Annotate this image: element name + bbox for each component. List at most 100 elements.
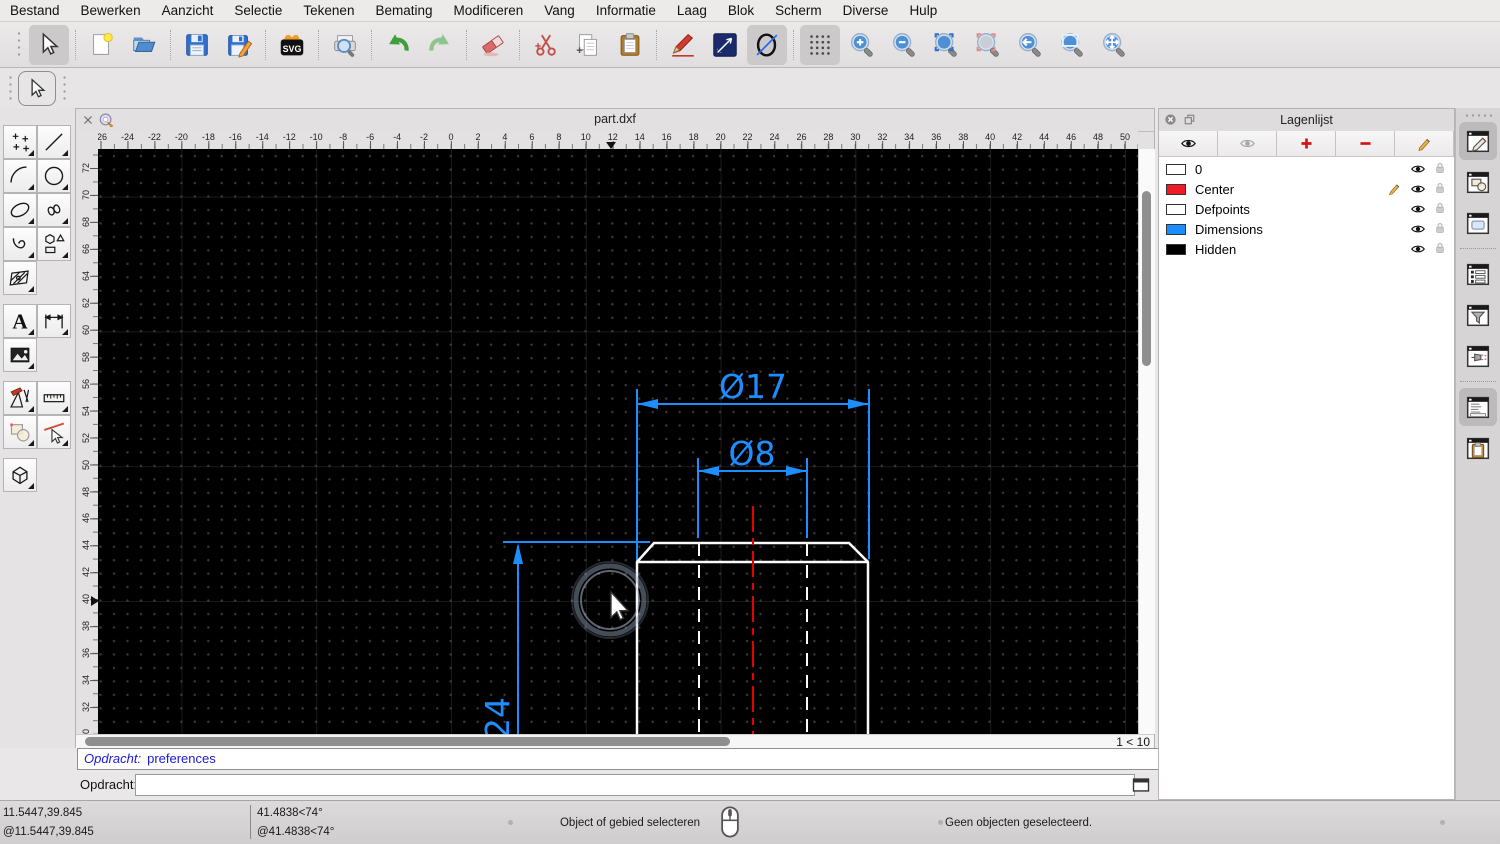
tool-spline-button[interactable] [37,193,71,227]
toolbar-paste-button[interactable] [610,25,650,65]
menu-item-bewerken[interactable]: Bewerken [81,3,141,18]
menu-item-hulp[interactable]: Hulp [909,3,937,18]
menu-item-selectie[interactable]: Selectie [234,3,282,18]
tool-polygon-button[interactable] [37,227,71,261]
dock-library-browser-button[interactable] [1459,204,1497,242]
menu-item-modificeren[interactable]: Modificeren [454,3,524,18]
menu-item-diverse[interactable]: Diverse [843,3,889,18]
menu-item-aanzicht[interactable]: Aanzicht [162,3,214,18]
layer-visibility-icon[interactable] [1410,201,1426,217]
toolbar-save-button[interactable] [177,25,217,65]
toolbar-grid-toggle-button[interactable] [800,24,840,65]
layer-lock-icon[interactable] [1433,181,1447,195]
tool-points-button[interactable] [3,125,37,159]
dock-drag-handle[interactable] [1464,113,1492,118]
horizontal-scrollbar-thumb[interactable] [85,737,730,746]
layer-visibility-icon[interactable] [1410,241,1426,257]
tool-circle-button[interactable] [37,159,71,193]
toolbar-select-pointer-button[interactable] [29,24,69,65]
add-layer-button[interactable] [1277,131,1336,157]
dock-block-list-button[interactable] [1459,163,1497,201]
tool-modify-button[interactable] [3,415,37,449]
tool-ellipse-button[interactable] [3,193,37,227]
menu-item-bemating[interactable]: Bemating [375,3,432,18]
dock-entity-list-button[interactable] [1459,255,1497,293]
toolbar-copy-button[interactable] [568,25,608,65]
toolbar-draw-ellipse-button[interactable] [747,24,787,65]
dim24-label[interactable]: 24 [478,697,517,734]
toolbar-drag-handle[interactable] [62,74,67,102]
toolbar-undo-button[interactable] [378,25,418,65]
tool-measure-button[interactable] [37,381,71,415]
dock-clipboard-button[interactable] [1459,429,1497,467]
tool-options-pointer-button[interactable] [18,71,56,106]
command-detach-button[interactable] [1131,775,1151,795]
hide-all-layers-button[interactable] [1218,131,1277,157]
layer-lock-icon[interactable] [1433,201,1447,215]
toolbar-draw-freehand-button[interactable] [663,25,703,65]
toolbar-zoom-window-button[interactable] [1052,25,1092,65]
menu-item-vang[interactable]: Vang [544,3,575,18]
toolbar-export-svg-button[interactable]: SVG [272,25,312,65]
toolbar-drag-handle[interactable] [16,29,22,60]
layer-visibility-icon[interactable] [1410,161,1426,177]
layer-lock-icon[interactable] [1433,161,1447,175]
tool-line-button[interactable] [37,125,71,159]
tool-text-button[interactable]: A [3,304,37,338]
tool-arc-button[interactable] [3,159,37,193]
layer-row-defpoints[interactable]: Defpoints [1159,199,1454,219]
tool-image-button[interactable] [3,338,37,372]
layer-row-dimensions[interactable]: Dimensions [1159,219,1454,239]
toolbar-drag-handle[interactable] [8,74,13,102]
dock-command-widget-button[interactable] [1459,388,1497,426]
toolbar-zoom-back-button[interactable] [1010,25,1050,65]
toolbar-print-preview-button[interactable] [325,25,365,65]
show-all-layers-button[interactable] [1159,131,1218,157]
vertical-scrollbar[interactable] [1138,149,1155,734]
dock-layer-list-button[interactable] [1459,122,1497,160]
menu-item-tekenen[interactable]: Tekenen [303,3,354,18]
toolbar-zoom-in-button[interactable] [842,25,882,65]
layer-lock-icon[interactable] [1433,241,1447,255]
toolbar-zoom-previous-button[interactable] [968,25,1008,65]
layer-row-0[interactable]: 0 [1159,159,1454,179]
dock-plugins-button[interactable] [1459,337,1497,375]
layer-visibility-icon[interactable] [1410,221,1426,237]
toolbar-zoom-auto-button[interactable] [926,25,966,65]
dim17-label[interactable]: Ø17 [719,367,787,406]
layer-lock-icon[interactable] [1433,221,1447,235]
toolbar-cut-button[interactable] [526,25,566,65]
tool-polyline-button[interactable] [3,227,37,261]
toolbar-draw-line-button[interactable] [705,25,745,65]
remove-layer-button[interactable] [1336,131,1395,157]
tool-snapselect-button[interactable] [37,415,71,449]
toolbar-delete-button[interactable] [473,25,513,65]
horizontal-scrollbar[interactable]: 1 < 10 [76,734,1154,749]
layer-visibility-icon[interactable] [1410,181,1426,197]
layer-edit-icon[interactable] [1387,181,1402,196]
toolbar-zoom-pan-button[interactable] [1094,25,1134,65]
toolbar-redo-button[interactable] [420,25,460,65]
tool-cadtools-button[interactable] [3,381,37,415]
tool-dimension-button[interactable] [37,304,71,338]
tool-hatch-button[interactable] [3,261,37,295]
edit-layer-button[interactable] [1395,131,1454,157]
toolbar-new-document-button[interactable] [82,25,122,65]
layer-row-center[interactable]: Center [1159,179,1454,199]
dock-selection-filter-button[interactable] [1459,296,1497,334]
dimension-17[interactable] [636,389,870,579]
dim8-label[interactable]: Ø8 [729,434,776,473]
toolbar-save-as-button[interactable] [219,25,259,65]
menu-item-bestand[interactable]: Bestand [10,3,60,18]
toolbar-zoom-out-button[interactable] [884,25,924,65]
drawing-canvas[interactable]: Ø17 Ø8 24 [98,149,1138,734]
tool-box3d-button[interactable] [3,458,37,492]
layer-row-hidden[interactable]: Hidden [1159,239,1454,259]
toolbar-open-file-button[interactable] [124,25,164,65]
menu-item-blok[interactable]: Blok [728,3,754,18]
menu-item-laag[interactable]: Laag [677,3,707,18]
vertical-scrollbar-thumb[interactable] [1142,191,1151,366]
command-input[interactable] [135,774,1135,796]
menu-item-informatie[interactable]: Informatie [596,3,656,18]
menu-item-scherm[interactable]: Scherm [775,3,822,18]
